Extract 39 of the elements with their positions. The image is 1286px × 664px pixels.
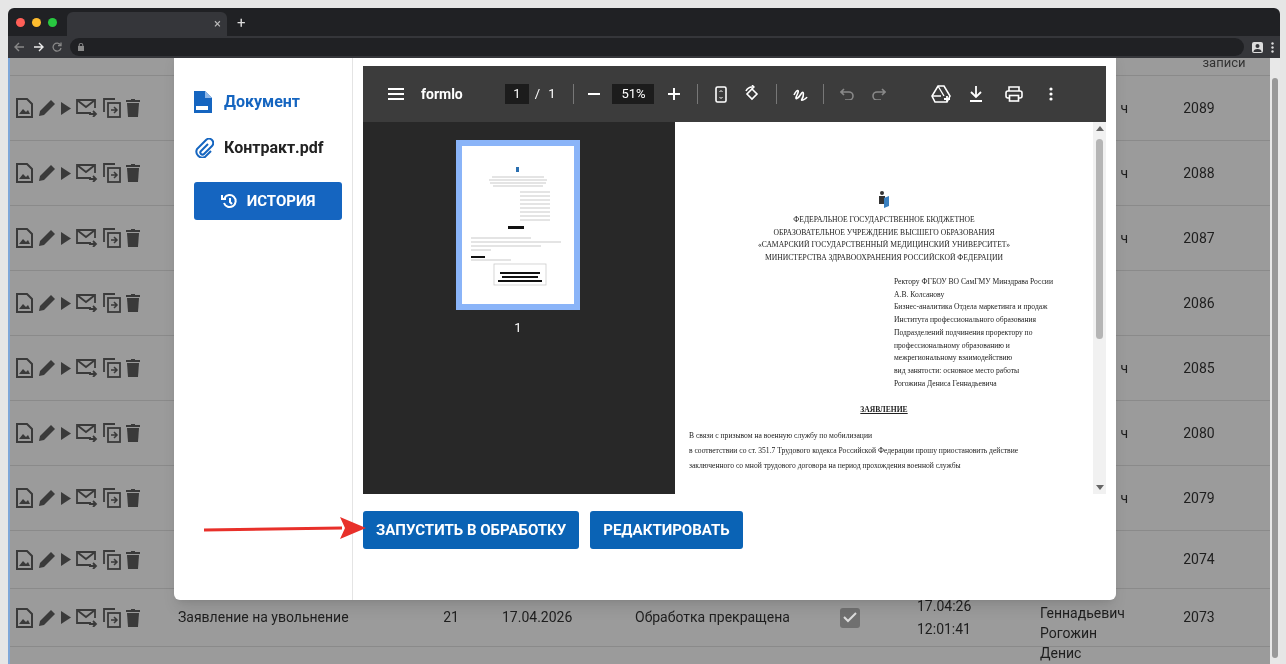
edit-button[interactable]: РЕДАКТИРОВАТЬ	[590, 511, 743, 549]
column-header: записи	[1201, 58, 1247, 72]
author-name: Денис	[1040, 644, 1083, 663]
author-name-fragment: ч	[1120, 358, 1128, 378]
table-cell-text: 2073	[1182, 608, 1216, 627]
page-separator: /	[534, 85, 541, 104]
table-cell-text: 21	[442, 608, 460, 627]
author-name-fragment: ч	[1120, 488, 1128, 508]
history-button[interactable]: ИСТОРИЯ	[194, 182, 342, 220]
author-name-fragment: ч	[1120, 228, 1128, 248]
new-tab-button[interactable]: +	[237, 11, 246, 34]
zoom-field[interactable]: 51%	[612, 84, 655, 104]
author-name: Рогожин	[1040, 624, 1099, 643]
author-name: Геннадьевич	[1040, 604, 1126, 623]
author-name-fragment: ч	[1120, 163, 1128, 183]
browser-tab[interactable]: ×	[67, 12, 227, 36]
table-cell-text: Заявление на увольнение	[177, 608, 350, 627]
table-cell-text: 2088	[1182, 163, 1216, 183]
table-cell-text: 2080	[1182, 423, 1216, 443]
time-text: 12:01:41	[917, 619, 972, 639]
page-number-field[interactable]: 1	[504, 84, 529, 104]
table-cell-text: 2086	[1182, 293, 1216, 313]
table-cell-text: 2079	[1182, 488, 1216, 508]
document-title: formlo	[421, 84, 463, 104]
table-cell-text: 2085	[1182, 358, 1216, 378]
table-cell-text: Обработка прекращена	[634, 608, 791, 627]
author-name-fragment: ч	[1120, 98, 1128, 118]
start-processing-button[interactable]: ЗАПУСТИТЬ В ОБРАБОТКУ	[363, 511, 580, 549]
table-cell-text: 2074	[1182, 550, 1216, 569]
document-link[interactable]: Документ	[224, 90, 300, 114]
table-cell-text: 2087	[1182, 228, 1216, 248]
author-name-fragment: ч	[1120, 423, 1128, 443]
thumbnail-label: 1	[514, 319, 522, 337]
tab-close-button[interactable]: ×	[214, 14, 221, 34]
time-text: 17.04:26	[917, 596, 973, 616]
table-cell-text: 2089	[1182, 98, 1216, 118]
table-cell-text: 17.04.2026	[501, 608, 574, 627]
page-count: 1	[548, 85, 556, 104]
file-name: Контракт.pdf	[224, 137, 324, 159]
